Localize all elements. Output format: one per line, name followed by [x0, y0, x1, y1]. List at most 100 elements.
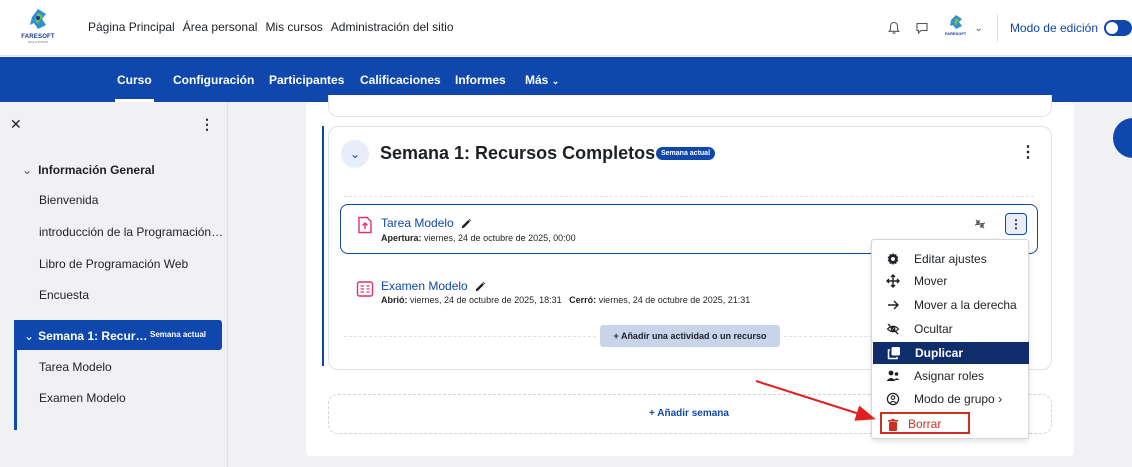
nav-home[interactable]: Página Principal	[88, 20, 175, 34]
date-label: Abrió:	[381, 295, 408, 305]
copy-icon	[887, 347, 900, 360]
date-label: Apertura:	[381, 233, 422, 243]
menu-item-edit-settings[interactable]: Editar ajustes	[872, 248, 1028, 270]
menu-item-delete[interactable]: Borrar	[880, 412, 970, 434]
drawer-active-section[interactable]: ⌄ Semana 1: Recur… Semana actual	[14, 320, 222, 350]
date-value: viernes, 24 de octubre de 2025, 18:31	[410, 295, 562, 305]
tab-course[interactable]: Curso	[115, 73, 154, 102]
drawer-item[interactable]: introducción de la Programación…	[39, 225, 223, 239]
edit-mode-label: Modo de edición	[1009, 21, 1098, 35]
tab-reports[interactable]: Informes	[455, 73, 506, 87]
user-menu-chevron-down-icon[interactable]: ⌄	[975, 23, 983, 34]
user-menu-area: FARESOFT ⌄ Modo de edición	[883, 14, 1132, 42]
current-week-badge: Semana actual	[150, 330, 207, 339]
activity-options-kebab-icon[interactable]: ⋮	[1005, 213, 1027, 235]
add-activity-button[interactable]: + Añadir una actividad o un recurso	[600, 325, 780, 347]
menu-item-move-right[interactable]: Mover a la derecha	[872, 294, 1028, 316]
nav-my-courses[interactable]: Mis cursos	[265, 20, 322, 34]
gear-icon	[887, 253, 899, 265]
assignment-upload-icon	[358, 216, 372, 234]
drawer-item[interactable]: Bienvenida	[39, 193, 98, 207]
tab-participants[interactable]: Participantes	[269, 73, 344, 87]
drawer-item[interactable]: Libro de Programación Web	[39, 257, 188, 271]
drawer-item[interactable]: Encuesta	[39, 288, 89, 302]
menu-item-text: Modo de grupo	[914, 392, 995, 406]
logo-mark-icon	[30, 9, 46, 29]
divider	[784, 336, 872, 337]
arrow-right-icon	[888, 300, 899, 310]
drawer-active-section-label: ⌄ Semana 1: Recur…	[24, 329, 147, 343]
users-icon	[886, 370, 900, 381]
tab-more-label: Más	[525, 73, 549, 87]
previous-section-edge	[328, 95, 1052, 117]
notifications-bell-icon[interactable]	[883, 17, 905, 39]
section-options-kebab-icon[interactable]: ⋮	[1020, 142, 1036, 162]
menu-item-label: Borrar	[908, 417, 942, 431]
tab-settings[interactable]: Configuración	[173, 73, 254, 87]
date-label: Cerró:	[569, 295, 597, 305]
activity-actions-menu: Editar ajustes Mover Mover a la derecha …	[871, 239, 1029, 439]
chevron-right-icon: ›	[998, 392, 1003, 406]
drawer-options-kebab-icon[interactable]: ⋮	[200, 116, 214, 133]
user-circle-icon	[886, 392, 900, 406]
tab-more[interactable]: Más ⌄	[525, 73, 559, 87]
activity-name: Examen Modelo	[381, 279, 468, 293]
drawer-item[interactable]: Examen Modelo	[39, 391, 126, 405]
menu-item-label: Duplicar	[915, 346, 964, 360]
nav-dashboard[interactable]: Área personal	[183, 20, 258, 34]
collapse-section-chevron-icon[interactable]: ⌄	[341, 140, 369, 168]
open-block-drawer-button[interactable]	[1113, 118, 1132, 158]
collapse-arrows-icon[interactable]	[974, 218, 986, 233]
current-week-badge: Semana actual	[656, 147, 716, 160]
primary-navigation: Página Principal Área personal Mis curso…	[88, 20, 462, 34]
menu-item-move[interactable]: Mover	[872, 270, 1028, 292]
chevron-down-icon: ⌄	[22, 163, 33, 177]
nav-site-admin[interactable]: Administración del sitio	[331, 20, 454, 34]
section-title: Semana 1: Recursos Completos	[380, 143, 674, 164]
activity-name: Tarea Modelo	[381, 216, 454, 230]
quiz-icon	[356, 281, 374, 297]
messages-chat-icon[interactable]	[911, 17, 933, 39]
edit-mode-toggle[interactable]	[1104, 20, 1132, 36]
drawer-section-general[interactable]: ⌄ Información General	[22, 163, 155, 177]
top-navbar: FARESOFT SOLUTIONS Página Principal Área…	[0, 0, 1132, 56]
drawer-active-section-title: Semana 1: Recur…	[38, 329, 148, 343]
menu-item-label: Modo de grupo ›	[914, 392, 1002, 406]
date-value: viernes, 24 de octubre de 2025, 00:00	[424, 233, 576, 243]
faresoft-logo[interactable]: FARESOFT SOLUTIONS	[18, 8, 58, 46]
edit-name-pencil-icon[interactable]	[474, 281, 486, 293]
eye-slash-icon	[886, 323, 900, 335]
menu-item-assign-roles[interactable]: Asignar roles	[872, 365, 1028, 387]
menu-item-duplicate[interactable]: Duplicar	[873, 342, 1029, 364]
close-drawer-icon[interactable]: ✕	[10, 116, 22, 133]
edit-name-pencil-icon[interactable]	[460, 218, 472, 230]
chevron-down-icon: ⌄	[24, 329, 35, 343]
activity-link[interactable]: Examen Modelo	[381, 279, 486, 293]
chevron-down-icon: ⌄	[551, 76, 560, 86]
drawer-item[interactable]: Tarea Modelo	[39, 360, 112, 374]
avatar-label: FARESOFT	[944, 31, 967, 36]
activity-link[interactable]: Tarea Modelo	[381, 216, 472, 230]
trash-icon	[888, 418, 898, 431]
menu-item-label: Asignar roles	[914, 369, 985, 383]
divider	[344, 336, 596, 337]
menu-item-label: Mover a la derecha	[914, 298, 1017, 312]
activity-dates: Abrió: viernes, 24 de octubre de 2025, 1…	[381, 295, 750, 305]
tab-grades[interactable]: Calificaciones	[360, 73, 441, 87]
menu-item-label: Editar ajustes	[914, 252, 987, 266]
user-avatar[interactable]: FARESOFT	[943, 15, 969, 41]
add-week-label: + Añadir semana	[649, 408, 729, 419]
avatar-logo-icon	[949, 15, 962, 29]
menu-item-hide[interactable]: Ocultar	[872, 318, 1028, 340]
date-value: viernes, 24 de octubre de 2025, 21:31	[598, 295, 751, 305]
divider	[344, 196, 1034, 197]
menu-item-label: Ocultar	[914, 322, 953, 336]
menu-item-group-mode[interactable]: Modo de grupo ›	[872, 388, 1028, 410]
activity-dates: Apertura: viernes, 24 de octubre de 2025…	[381, 233, 576, 243]
move-arrows-icon	[886, 274, 900, 288]
course-index-drawer: ✕ ⋮	[0, 102, 228, 467]
brand-tagline: SOLUTIONS	[27, 40, 49, 44]
drawer-section-label: Información General	[38, 163, 155, 177]
current-section-indicator	[322, 126, 324, 366]
divider	[996, 14, 998, 42]
